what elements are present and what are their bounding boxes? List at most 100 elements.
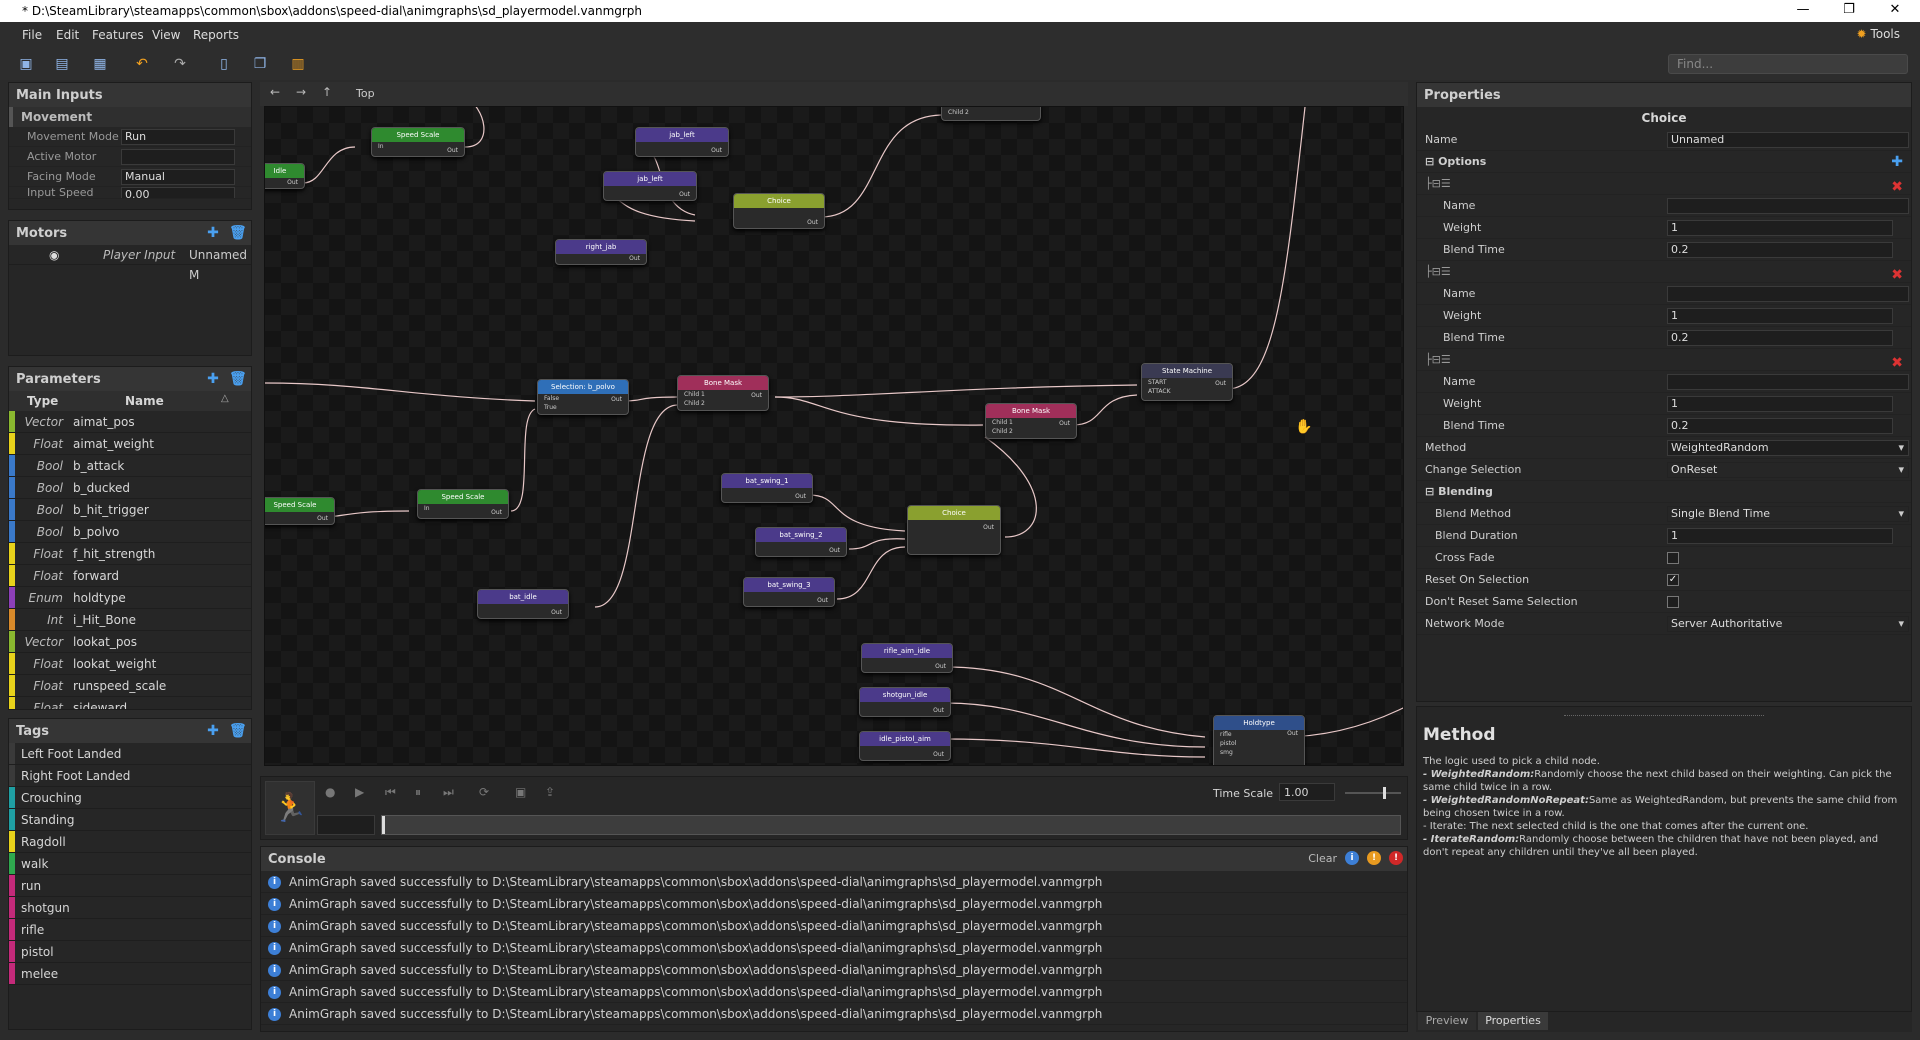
parameter-row[interactable]: Float aimat_weight — [9, 433, 251, 455]
graph-node[interactable]: right_jab Out — [555, 239, 647, 265]
graph-node[interactable]: bat_swing_3 Out — [743, 577, 835, 607]
radio-icon[interactable]: ◉ — [49, 245, 59, 265]
out-port[interactable]: Out — [551, 609, 562, 616]
out-port[interactable]: Out — [317, 515, 328, 522]
copy-icon[interactable]: ❐ — [252, 56, 268, 72]
tag-row[interactable]: Right Foot Landed — [9, 765, 251, 787]
motor-row[interactable]: ◉ Player Input Unnamed M — [9, 245, 251, 282]
time-scale-slider[interactable] — [1345, 787, 1401, 799]
up-arrow-icon[interactable]: ↑ — [322, 85, 332, 99]
play-icon[interactable]: ▶ — [355, 785, 364, 799]
collapse-icon[interactable]: ├⊟☰ — [1425, 349, 1451, 371]
column-name[interactable]: Name — [125, 394, 164, 408]
out-port[interactable]: Out — [679, 191, 690, 198]
loop-icon[interactable]: ⟳ — [479, 785, 489, 799]
forward-arrow-icon[interactable]: → — [296, 85, 306, 99]
graph-node[interactable]: Child 2 — [941, 107, 1041, 121]
tag-row[interactable]: Standing — [9, 809, 251, 831]
console-message[interactable]: i AnimGraph saved successfully to D:\Stea… — [261, 871, 1407, 893]
parameter-row[interactable]: Float f_hit_strength — [9, 543, 251, 565]
graph-canvas[interactable]: Idle Out Speed Scale In Out jab_left Out jab… — [264, 106, 1404, 766]
menu-edit[interactable]: Edit — [56, 28, 79, 42]
blend-duration-field[interactable]: 1 — [1667, 528, 1893, 544]
tag-row[interactable]: Crouching — [9, 787, 251, 809]
export-icon[interactable]: ⇪ — [545, 785, 555, 799]
out-port[interactable]: Out — [933, 707, 944, 714]
out-port[interactable]: Out — [447, 147, 458, 154]
dont-reset-checkbox[interactable] — [1667, 596, 1679, 608]
option-blend-field[interactable]: 0.2 — [1667, 418, 1893, 434]
add-icon[interactable]: ✚ — [205, 225, 221, 241]
document-icon[interactable]: ▯ — [216, 56, 232, 72]
tag-row[interactable]: shotgun — [9, 897, 251, 919]
new-file-icon[interactable]: ▣ — [18, 56, 34, 72]
out-port[interactable]: Out — [1215, 380, 1226, 398]
restore-button[interactable]: ❐ — [1826, 0, 1872, 22]
menu-view[interactable]: View — [152, 28, 180, 42]
tag-row[interactable]: run — [9, 875, 251, 897]
out-port[interactable]: Out — [491, 509, 502, 516]
info-filter-icon[interactable]: i — [1345, 851, 1359, 865]
option-name-field[interactable] — [1667, 374, 1909, 390]
option-weight-field[interactable]: 1 — [1667, 308, 1893, 324]
graph-node[interactable]: Speed Scale Out — [265, 497, 335, 525]
graph-node[interactable]: Holdtype rifle pistol smg Out — [1213, 715, 1305, 765]
redo-icon[interactable]: ↷ — [172, 56, 188, 72]
parameter-row[interactable]: Float forward — [9, 565, 251, 587]
out-port[interactable]: Out — [1059, 420, 1070, 436]
movement-section[interactable]: Movement — [9, 107, 251, 127]
out-port[interactable]: Out — [629, 255, 640, 262]
package-icon[interactable]: ▥ — [290, 56, 306, 72]
menu-file[interactable]: File — [22, 28, 42, 42]
clear-button[interactable]: Clear — [1308, 852, 1337, 865]
tag-row[interactable]: pistol — [9, 941, 251, 963]
method-dropdown[interactable]: WeightedRandom — [1667, 440, 1909, 456]
tag-row[interactable]: Left Foot Landed — [9, 743, 251, 765]
reset-on-selection-checkbox[interactable]: ✓ — [1667, 574, 1679, 586]
graph-node[interactable]: bat_idle Out — [477, 589, 569, 619]
parameter-row[interactable]: Float runspeed_scale — [9, 675, 251, 697]
parameter-row[interactable]: Bool b_polvo — [9, 521, 251, 543]
parameter-row[interactable]: Int i_Hit_Bone — [9, 609, 251, 631]
out-port[interactable]: Out — [1287, 730, 1298, 765]
collapse-icon[interactable]: ⊟ — [1425, 155, 1434, 168]
back-arrow-icon[interactable]: ← — [270, 85, 280, 99]
in-port[interactable]: Child 2 — [942, 107, 1040, 117]
out-port[interactable]: Out — [829, 547, 840, 554]
open-folder-icon[interactable]: ▤ — [54, 56, 70, 72]
out-port[interactable]: Out — [711, 147, 722, 154]
collapse-icon[interactable]: ├⊟☰ — [1425, 261, 1451, 283]
parameter-row[interactable]: Bool b_attack — [9, 455, 251, 477]
graph-node[interactable]: rifle_aim_idle Out — [861, 643, 953, 673]
tab-preview[interactable]: Preview — [1418, 1012, 1476, 1030]
collapse-icon[interactable]: ⊟ — [1425, 485, 1434, 498]
pause-icon[interactable]: ⏸ — [415, 785, 421, 800]
out-port[interactable]: Out — [983, 524, 994, 552]
console-message[interactable]: i AnimGraph saved successfully to D:\Stea… — [261, 937, 1407, 959]
trash-icon[interactable]: 🗑 — [229, 723, 247, 739]
running-man-icon[interactable]: 🏃 — [265, 781, 315, 835]
tag-row[interactable]: rifle — [9, 919, 251, 941]
splitter-handle[interactable] — [1564, 715, 1764, 717]
console-message[interactable]: i AnimGraph saved successfully to D:\Stea… — [261, 893, 1407, 915]
graph-node[interactable]: Selection: b_polvo False True Out — [537, 379, 629, 415]
close-button[interactable]: ✕ — [1872, 0, 1918, 22]
graph-node[interactable]: bat_swing_1 Out — [721, 473, 813, 503]
warning-filter-icon[interactable]: ! — [1367, 851, 1381, 865]
add-option-icon[interactable]: ✚ — [1891, 151, 1903, 173]
graph-node[interactable]: shotgun_idle Out — [859, 687, 951, 717]
add-icon[interactable]: ✚ — [205, 371, 221, 387]
network-mode-dropdown[interactable]: Server Authoritative — [1667, 616, 1909, 632]
input-speed-field[interactable]: 0.00 — [121, 187, 235, 198]
option-name-field[interactable] — [1667, 286, 1909, 302]
blend-method-dropdown[interactable]: Single Blend Time — [1667, 506, 1909, 522]
tab-properties[interactable]: Properties — [1478, 1012, 1548, 1030]
parameter-row[interactable]: Float lookat_weight — [9, 653, 251, 675]
graph-node[interactable]: Bone Mask Child 1 Child 2 Out — [677, 375, 769, 411]
tag-row[interactable]: melee — [9, 963, 251, 985]
option-weight-field[interactable]: 1 — [1667, 396, 1893, 412]
trash-icon[interactable]: 🗑 — [229, 225, 247, 241]
out-port[interactable]: Out — [817, 597, 828, 604]
out-port[interactable]: Out — [933, 751, 944, 758]
graph-node[interactable]: Bone Mask Child 1 Child 2 Out — [985, 403, 1077, 439]
